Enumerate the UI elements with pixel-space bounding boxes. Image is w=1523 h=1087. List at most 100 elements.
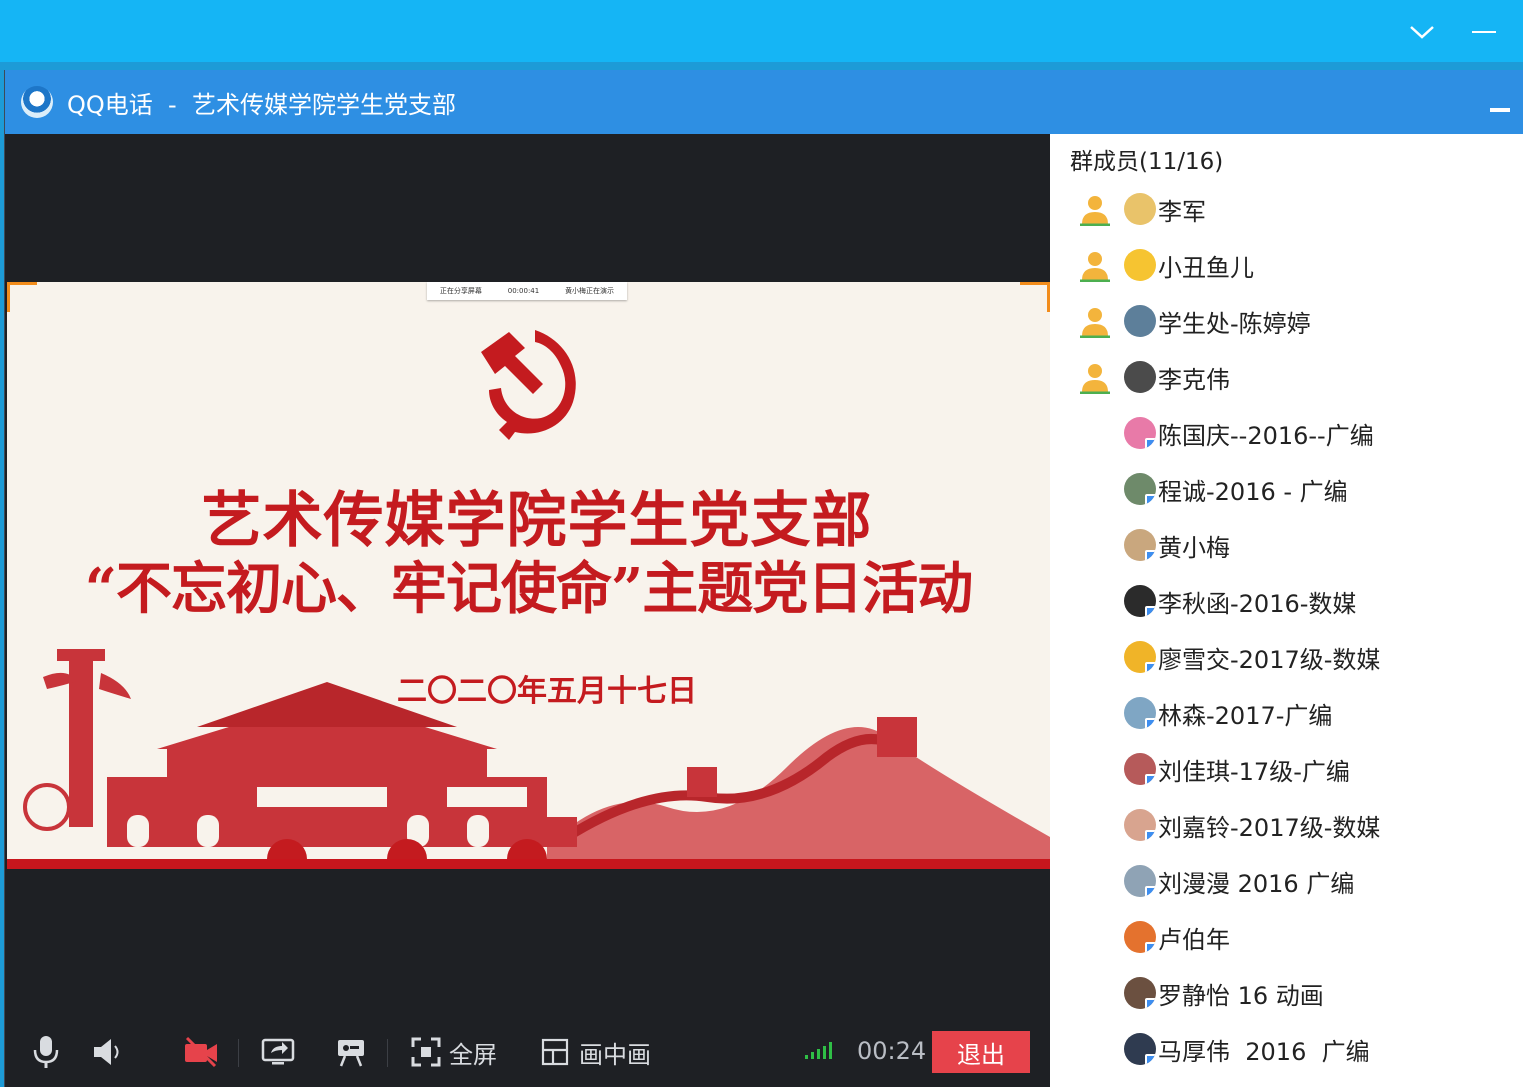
microphone-button[interactable] xyxy=(31,1034,61,1070)
member-row[interactable]: 马厚伟 2016 广编 xyxy=(1050,1021,1523,1077)
member-panel: 群成员(11/16) 李军小丑鱼儿学生处-陈婷婷 李克伟陈国庆--2016--广编… xyxy=(1050,134,1523,1087)
member-row[interactable]: 黄小梅 xyxy=(1050,517,1523,573)
member-avatar xyxy=(1124,1033,1156,1065)
presentation-icon xyxy=(338,1040,364,1067)
toolbar-separator xyxy=(238,1039,239,1067)
member-row[interactable]: 程诚-2016 - 广编 xyxy=(1050,461,1523,517)
fullscreen-label: 全屏 xyxy=(449,1040,497,1069)
member-name: 黄小梅 xyxy=(1158,533,1230,562)
device-badge-icon xyxy=(1145,942,1156,953)
device-badge-icon xyxy=(1145,718,1156,729)
window-title: QQ电话 - 艺术传媒学院学生党支部 xyxy=(67,90,456,119)
microphone-icon xyxy=(33,1036,59,1068)
device-badge-icon xyxy=(1145,998,1156,1009)
member-count-header: 群成员(11/16) xyxy=(1070,149,1224,175)
tiananmen-great-wall-illustration xyxy=(23,649,1050,859)
member-name: 小丑鱼儿 xyxy=(1158,253,1254,282)
call-toolbar: 全屏 画中画 00:24 退出 xyxy=(5,1017,1050,1087)
speaker-icon xyxy=(94,1039,119,1065)
camera-off-icon xyxy=(185,1036,217,1068)
member-avatar xyxy=(1124,585,1156,617)
user-speaking-icon xyxy=(1080,308,1110,338)
member-name: 程诚-2016 - 广编 xyxy=(1158,477,1348,506)
member-name: 刘嘉铃-2017级-数媒 xyxy=(1158,813,1381,842)
chevron-down-icon[interactable] xyxy=(1402,14,1442,50)
device-badge-icon xyxy=(1145,1054,1156,1065)
call-timer: 00:24 xyxy=(857,1037,927,1065)
minimize-button[interactable] xyxy=(1488,92,1512,116)
presentation-button[interactable] xyxy=(335,1034,367,1070)
device-badge-icon xyxy=(1145,606,1156,617)
member-row[interactable]: 李秋函-2016-数媒 xyxy=(1050,573,1523,629)
slide-subtitle: “不忘初心、牢记使命”主题党日活动 xyxy=(84,556,973,622)
member-avatar xyxy=(1124,361,1156,393)
device-badge-icon xyxy=(1145,830,1156,841)
title-bar: QQ电话 - 艺术传媒学院学生党支部 xyxy=(5,70,1523,134)
member-row[interactable]: 学生处-陈婷婷 xyxy=(1050,293,1523,349)
user-speaking-icon xyxy=(1080,196,1110,226)
speaker-button[interactable] xyxy=(91,1034,123,1070)
member-name: 卢伯年 xyxy=(1158,925,1230,954)
corner-marker xyxy=(7,282,37,312)
member-name: 罗静怡 16 动画 xyxy=(1158,981,1324,1010)
member-avatar xyxy=(1124,921,1156,953)
member-row[interactable]: 刘嘉铃-2017级-数媒 xyxy=(1050,797,1523,853)
member-row[interactable]: 卢伯年 xyxy=(1050,909,1523,965)
member-row[interactable]: 罗静怡 16 动画 xyxy=(1050,965,1523,1021)
member-avatar xyxy=(1124,193,1156,225)
toolbar-separator xyxy=(387,1039,388,1067)
member-name: 陈国庆--2016--广编 xyxy=(1158,421,1374,450)
camera-off-button[interactable] xyxy=(183,1034,219,1070)
member-row[interactable]: 林森-2017-广编 xyxy=(1050,685,1523,741)
member-row[interactable]: 陈国庆--2016--广编 xyxy=(1050,405,1523,461)
party-emblem-icon xyxy=(481,330,576,440)
qq-call-window: QQ电话 - 艺术传媒学院学生党支部 正在分享屏幕 00:00:41 黄小梅正在… xyxy=(4,70,1523,1087)
member-avatar xyxy=(1124,417,1156,449)
member-name: 刘漫漫 2016 广编 xyxy=(1158,869,1355,898)
member-row[interactable]: 小丑鱼儿 xyxy=(1050,237,1523,293)
device-badge-icon xyxy=(1145,494,1156,505)
presenter-text: 黄小梅正在演示 xyxy=(565,287,615,295)
member-avatar xyxy=(1124,641,1156,673)
exit-call-button[interactable]: 退出 xyxy=(932,1031,1030,1073)
member-name: 学生处-陈婷婷 xyxy=(1158,309,1311,338)
share-duration: 00:00:41 xyxy=(507,287,540,295)
device-badge-icon xyxy=(1145,774,1156,785)
member-row[interactable]: 刘漫漫 2016 广编 xyxy=(1050,853,1523,909)
member-avatar xyxy=(1124,305,1156,337)
minimize-icon[interactable] xyxy=(1464,14,1504,50)
qq-call-logo-icon xyxy=(21,86,53,118)
picture-in-picture-icon xyxy=(541,1038,569,1066)
member-row[interactable]: 李克伟 xyxy=(1050,349,1523,405)
desktop-top-bar xyxy=(0,0,1523,62)
shared-slide: 正在分享屏幕 00:00:41 黄小梅正在演示 艺术传媒学院学生党支部 “不忘初… xyxy=(7,282,1050,869)
member-name: 李克伟 xyxy=(1158,365,1230,394)
device-badge-icon xyxy=(1145,550,1156,561)
user-speaking-icon xyxy=(1080,364,1110,394)
member-avatar xyxy=(1124,809,1156,841)
member-name: 李军 xyxy=(1158,197,1206,226)
member-row[interactable]: 李军 xyxy=(1050,181,1523,237)
member-row[interactable]: 刘佳琪-17级-广编 xyxy=(1050,741,1523,797)
member-avatar xyxy=(1124,753,1156,785)
member-avatar xyxy=(1124,977,1156,1009)
share-screen-button[interactable] xyxy=(261,1034,295,1070)
member-avatar xyxy=(1124,249,1156,281)
member-name: 刘佳琪-17级-广编 xyxy=(1158,757,1350,786)
fullscreen-icon xyxy=(411,1037,441,1067)
member-name: 李秋函-2016-数媒 xyxy=(1158,589,1357,618)
screen-share-area: 正在分享屏幕 00:00:41 黄小梅正在演示 艺术传媒学院学生党支部 “不忘初… xyxy=(5,134,1050,1017)
device-badge-icon xyxy=(1145,438,1156,449)
user-speaking-icon xyxy=(1080,252,1110,282)
signal-strength-icon xyxy=(805,1041,832,1059)
member-name: 林森-2017-广编 xyxy=(1158,701,1333,730)
member-row[interactable]: 廖雪交-2017级-数媒 xyxy=(1050,629,1523,685)
picture-in-picture-button[interactable]: 画中画 xyxy=(541,1034,651,1070)
corner-marker xyxy=(1020,282,1050,312)
share-status-bar: 正在分享屏幕 00:00:41 黄小梅正在演示 xyxy=(427,282,627,300)
member-name: 马厚伟 2016 广编 xyxy=(1158,1037,1370,1066)
share-status-text: 正在分享屏幕 xyxy=(439,287,482,295)
device-badge-icon xyxy=(1145,886,1156,897)
picture-in-picture-label: 画中画 xyxy=(579,1040,651,1069)
fullscreen-button[interactable]: 全屏 xyxy=(411,1034,497,1070)
